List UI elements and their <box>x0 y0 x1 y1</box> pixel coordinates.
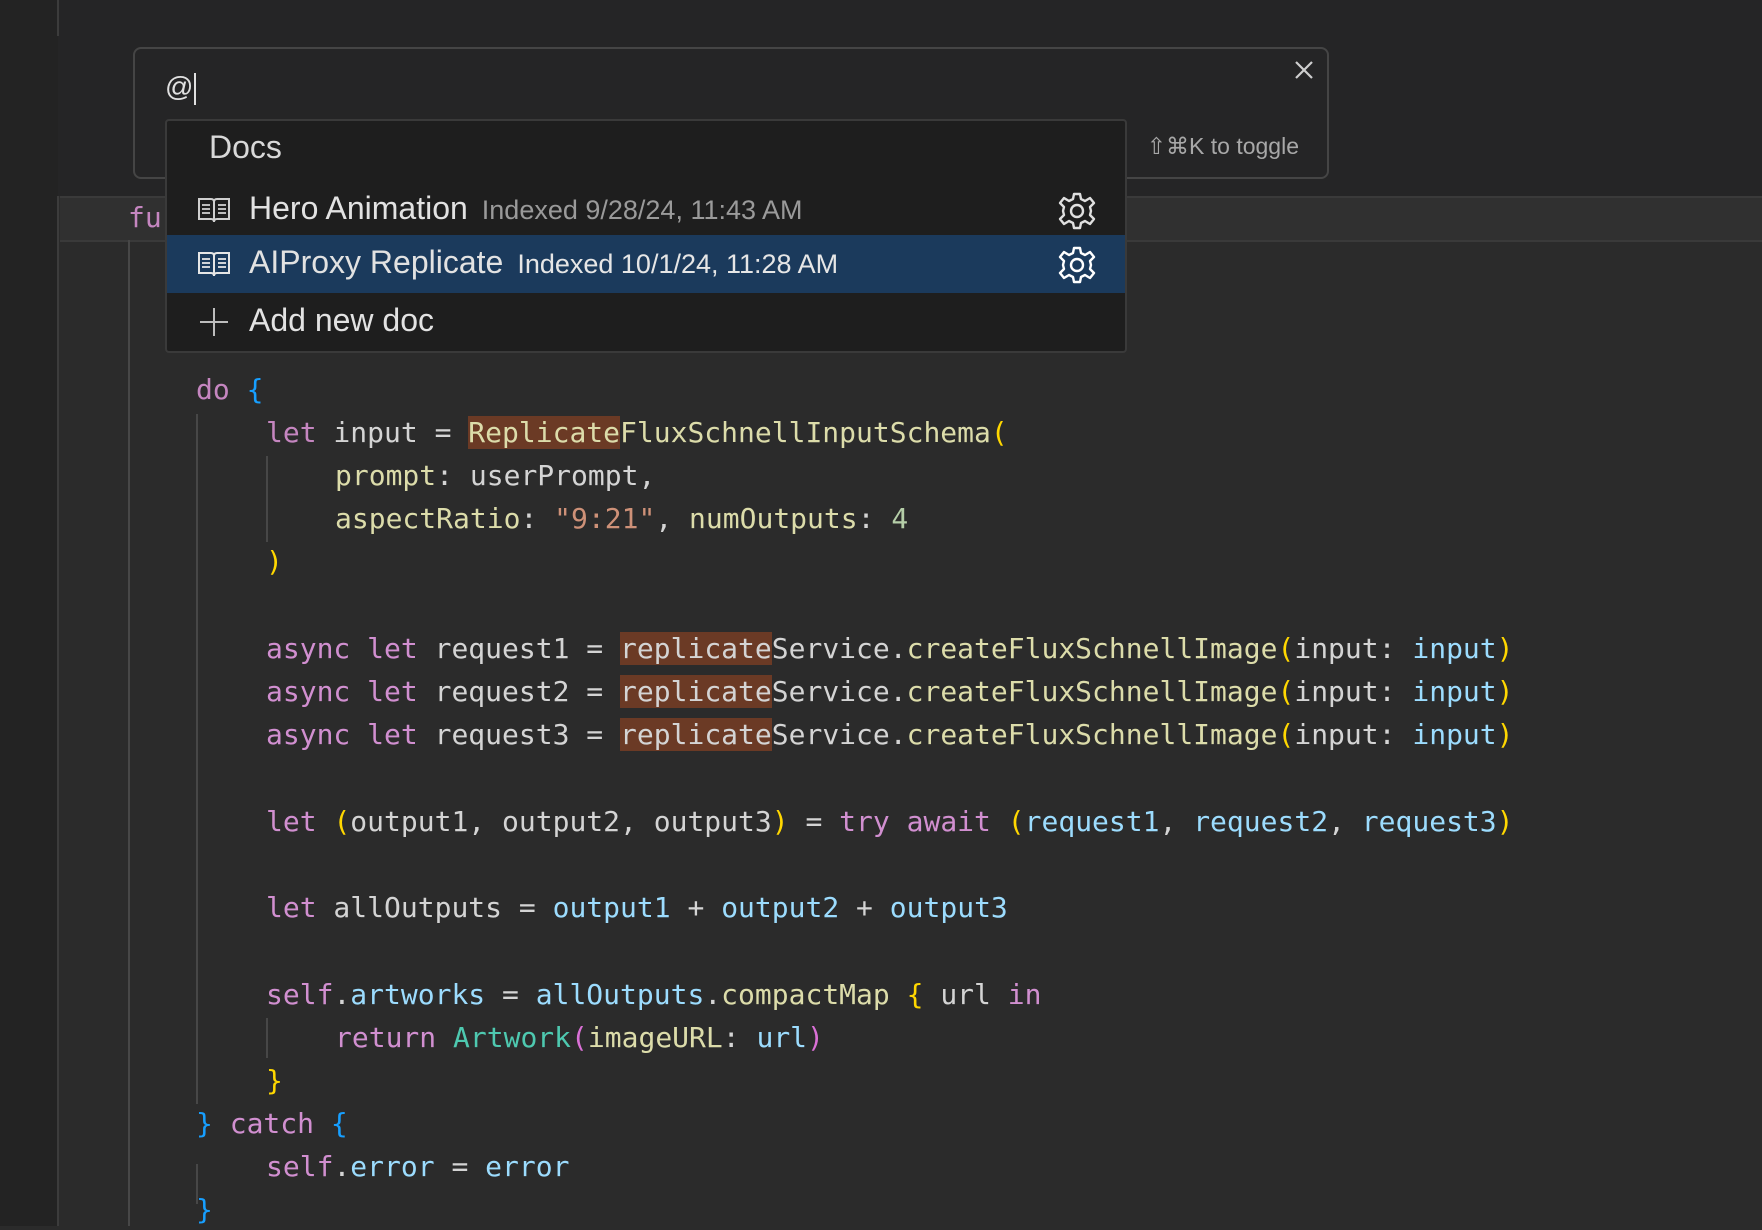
code-line: let allOutputs = output1 + output2 + out… <box>266 891 1008 924</box>
code-line: do { <box>196 373 264 406</box>
close-icon[interactable] <box>1291 57 1317 83</box>
add-new-doc-label: Add new doc <box>249 302 435 338</box>
gear-icon[interactable] <box>1057 245 1097 285</box>
code-line: async let request1 = replicateService.cr… <box>266 632 1514 665</box>
code-line: } catch { <box>196 1107 348 1140</box>
dropdown-header: Docs <box>209 129 282 165</box>
book-icon <box>198 198 230 223</box>
book-icon <box>198 252 230 277</box>
code-line: let (output1, output2, output3) = try aw… <box>266 805 1514 838</box>
doc-title: AIProxy Replicate <box>249 244 504 280</box>
docs-dropdown: Docs Hero Animation Indexed 9/28/24, 11:4… <box>165 119 1127 353</box>
prompt-input[interactable]: @ <box>165 71 197 105</box>
code-line: async let request3 = replicateService.cr… <box>266 718 1514 751</box>
code-line: self.artworks = allOutputs.compactMap { … <box>266 978 1042 1011</box>
doc-item-label: AIProxy Replicate Indexed 10/1/24, 11:28 … <box>249 244 838 281</box>
doc-item-hero-animation[interactable]: Hero Animation Indexed 9/28/24, 11:43 AM <box>167 181 1125 239</box>
code-line: } <box>196 1193 213 1226</box>
doc-indexed-date: Indexed 9/28/24, 11:43 AM <box>481 195 803 225</box>
doc-item-aiproxy-replicate[interactable]: AIProxy Replicate Indexed 10/1/24, 11:28 … <box>167 235 1125 293</box>
doc-item-label: Hero Animation Indexed 9/28/24, 11:43 AM <box>249 190 803 227</box>
toggle-hint: ⇧⌘K to toggle <box>1146 133 1299 159</box>
code-line: async let request2 = replicateService.cr… <box>266 675 1514 708</box>
code-partial-keyword: fu <box>128 201 162 234</box>
add-new-doc-item[interactable]: Add new doc <box>167 293 1125 351</box>
code-line: prompt: userPrompt, <box>335 459 656 492</box>
gear-icon[interactable] <box>1057 191 1097 231</box>
text-caret <box>194 72 197 105</box>
code-line: } <box>266 1064 283 1097</box>
code-line: return Artwork(imageURL: url) <box>335 1021 824 1054</box>
code-line: self.error = error <box>266 1150 570 1183</box>
doc-title: Hero Animation <box>249 190 468 226</box>
plus-icon <box>200 308 228 336</box>
code-line: ) <box>266 545 283 578</box>
code-line: let input = ReplicateFluxSchnellInputSch… <box>266 416 1008 449</box>
code-line: aspectRatio: "9:21", numOutputs: 4 <box>335 502 909 535</box>
doc-indexed-date: Indexed 10/1/24, 11:28 AM <box>517 249 839 279</box>
prompt-input-value: @ <box>165 71 194 102</box>
